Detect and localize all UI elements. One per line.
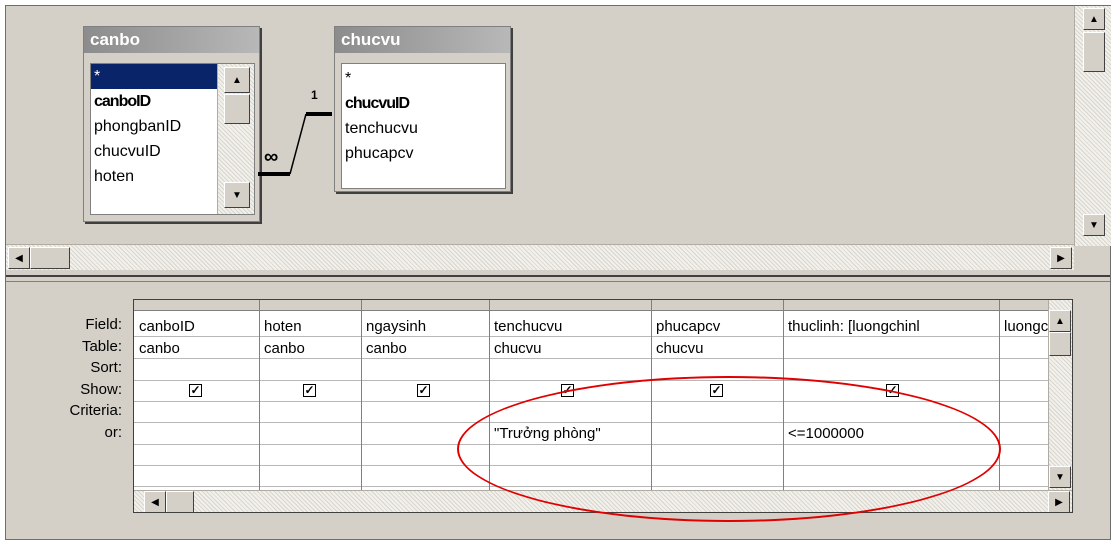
show-checkbox[interactable]: ✓ bbox=[417, 384, 430, 397]
chucvu-field-phucapcv[interactable]: phucapcv bbox=[342, 141, 505, 166]
field-cell[interactable]: canboID bbox=[135, 316, 259, 337]
criteria-cell[interactable]: "Trưởng phòng" bbox=[490, 423, 651, 444]
column-selector-bar[interactable] bbox=[134, 300, 1072, 311]
row-label-or: or: bbox=[104, 423, 122, 441]
scroll-left-arrow-icon[interactable]: ◀ bbox=[144, 491, 166, 512]
row-label-table: Table: bbox=[81, 337, 122, 355]
table-cell[interactable]: canbo bbox=[362, 338, 489, 359]
chucvu-table-title[interactable]: chucvu bbox=[335, 27, 510, 53]
scroll-up-arrow-icon[interactable]: ▲ bbox=[1049, 310, 1071, 332]
scroll-down-arrow-icon[interactable]: ▼ bbox=[1049, 466, 1071, 488]
canbo-table-title[interactable]: canbo bbox=[84, 27, 259, 53]
chucvu-field-tenchucvu[interactable]: tenchucvu bbox=[342, 116, 505, 141]
chucvu-field-list[interactable]: * chucvuID tenchucvu phucapcv bbox=[341, 63, 506, 189]
field-cell[interactable]: hoten bbox=[260, 316, 361, 337]
table-diagram-pane: canbo * canboID phongbanID chucvuID hote… bbox=[6, 6, 1111, 270]
scroll-right-arrow-icon[interactable]: ▶ bbox=[1050, 247, 1072, 269]
grid-hscroll-thumb[interactable] bbox=[166, 491, 194, 512]
canbo-list-scrollbar[interactable]: ▲ ▼ bbox=[217, 64, 254, 214]
row-label-show: Show: bbox=[80, 380, 122, 398]
show-checkbox[interactable]: ✓ bbox=[189, 384, 202, 397]
canbo-table-window[interactable]: canbo * canboID phongbanID chucvuID hote… bbox=[83, 26, 260, 222]
show-checkbox[interactable]: ✓ bbox=[710, 384, 723, 397]
relationship-join-line[interactable] bbox=[258, 86, 338, 186]
grid-horizontal-scrollbar[interactable]: ◀ ▶ bbox=[134, 490, 1072, 512]
scroll-down-arrow-icon[interactable]: ▼ bbox=[224, 182, 250, 208]
diagram-horizontal-scrollbar[interactable]: ◀ ▶ bbox=[6, 244, 1074, 270]
table-cell[interactable]: chucvu bbox=[490, 338, 651, 359]
criteria-cell[interactable]: <=1000000 bbox=[784, 423, 999, 444]
many-side-label: ∞ bbox=[264, 146, 279, 168]
query-design-grid[interactable]: canboID canbo ✓ hoten canbo ✓ ngaysinh c… bbox=[133, 299, 1073, 513]
canbo-field-list[interactable]: * canboID phongbanID chucvuID hoten ▲ ▼ bbox=[90, 63, 255, 215]
chucvu-field-chucvuid[interactable]: chucvuID bbox=[342, 91, 505, 116]
chucvu-field-all[interactable]: * bbox=[342, 66, 505, 91]
diagram-hscroll-thumb[interactable] bbox=[30, 247, 70, 269]
row-label-sort: Sort: bbox=[90, 359, 122, 376]
show-checkbox[interactable]: ✓ bbox=[886, 384, 899, 397]
field-cell[interactable]: ngaysinh bbox=[362, 316, 489, 337]
field-cell[interactable]: thuclinh: [luongchinl bbox=[784, 316, 999, 337]
show-checkbox[interactable]: ✓ bbox=[561, 384, 574, 397]
diagram-vscroll-thumb[interactable] bbox=[1083, 32, 1105, 72]
pane-splitter[interactable] bbox=[6, 275, 1110, 282]
field-cell[interactable]: tenchucvu bbox=[490, 316, 651, 337]
grid-vertical-scrollbar[interactable]: ▲ ▼ bbox=[1048, 300, 1072, 490]
chucvu-table-window[interactable]: chucvu * chucvuID tenchucvu phucapcv bbox=[334, 26, 511, 192]
grid-row-labels: Field: Table: Sort: Show: Criteria: or: bbox=[60, 314, 122, 443]
scroll-down-arrow-icon[interactable]: ▼ bbox=[1083, 214, 1105, 236]
diagram-vertical-scrollbar[interactable]: ▲ ▼ bbox=[1074, 6, 1111, 246]
show-checkbox[interactable]: ✓ bbox=[303, 384, 316, 397]
scroll-left-arrow-icon[interactable]: ◀ bbox=[8, 247, 30, 269]
table-cell[interactable]: chucvu bbox=[652, 338, 783, 359]
grid-vscroll-thumb[interactable] bbox=[1049, 332, 1071, 356]
field-cell[interactable]: phucapcv bbox=[652, 316, 783, 337]
scroll-up-arrow-icon[interactable]: ▲ bbox=[1083, 8, 1105, 30]
canbo-scroll-thumb[interactable] bbox=[224, 94, 250, 124]
row-label-field: Field: bbox=[85, 316, 122, 333]
row-label-criteria: Criteria: bbox=[69, 402, 122, 419]
table-cell[interactable]: canbo bbox=[260, 338, 361, 359]
scroll-right-arrow-icon[interactable]: ▶ bbox=[1048, 491, 1070, 512]
one-side-label: 1 bbox=[311, 88, 318, 102]
table-cell[interactable]: canbo bbox=[135, 338, 259, 359]
scroll-up-arrow-icon[interactable]: ▲ bbox=[224, 67, 250, 93]
